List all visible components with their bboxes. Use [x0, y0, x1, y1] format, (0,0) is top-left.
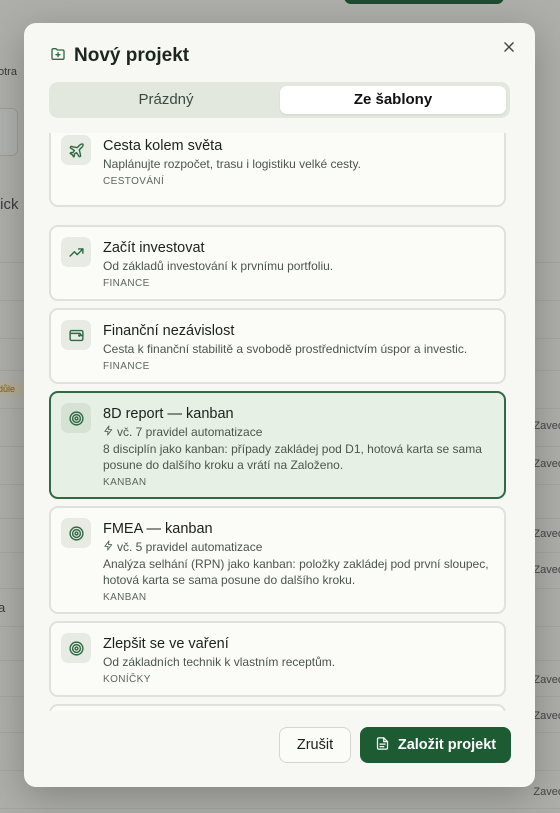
- close-button[interactable]: [497, 37, 521, 61]
- template-description: 8 disciplín jako kanban: případy zakláde…: [103, 442, 482, 472]
- template-description: Analýza selhání (RPN) jako kanban: polož…: [103, 557, 489, 587]
- template-description: Naplánujte rozpočet, trasu i logistiku v…: [103, 157, 361, 171]
- template-card[interactable]: Začít investovat Od základů investování k…: [49, 225, 506, 301]
- folder-plus-icon: [50, 46, 66, 67]
- template-description: Od základů investování k prvnímu portfol…: [103, 259, 334, 273]
- target-icon: [61, 633, 91, 663]
- template-title: Zlepšit se ve vaření: [103, 636, 229, 652]
- dialog-title: Nový projekt: [74, 45, 190, 66]
- lightning-icon: [103, 539, 114, 555]
- template-title: Začít investovat: [103, 240, 205, 256]
- lightning-icon: [103, 424, 114, 440]
- template-automation: vč. 5 pravidel automatizace: [103, 539, 494, 555]
- dialog-header: Nový projekt: [50, 45, 189, 67]
- template-title: FMEA — kanban: [103, 521, 213, 537]
- template-category: KANBAN: [103, 477, 147, 488]
- template-description: Cesta k finanční stabilitě a svobodě pro…: [103, 342, 468, 356]
- new-project-dialog: Nový projekt Prázdný Ze šablony Cesta ko…: [24, 23, 535, 787]
- template-title: Cesta kolem světa: [103, 138, 223, 154]
- template-text: 8D report — kanban vč. 7 pravidel automat…: [103, 406, 494, 489]
- create-project-label: Založit projekt: [397, 737, 497, 753]
- template-automation-label: vč. 7 pravidel automatizace: [117, 425, 263, 439]
- template-category: KONÍČKY: [103, 674, 151, 685]
- tab-from-template[interactable]: Ze šablony: [280, 86, 506, 114]
- template-card[interactable]: 8D report — kanban vč. 7 pravidel automat…: [49, 391, 506, 499]
- template-text: Zlepšit se ve vaření Od základních techni…: [103, 636, 494, 686]
- template-list[interactable]: Cesta kolem světa Naplánujte rozpočet, tr…: [49, 133, 510, 711]
- wallet-icon: [61, 320, 91, 350]
- template-title: Finanční nezávislost: [103, 323, 235, 339]
- template-text: Finanční nezávislost Cesta k finanční sta…: [103, 323, 494, 373]
- target-icon: [61, 403, 91, 433]
- template-text: FMEA — kanban vč. 5 pravidel automatizace…: [103, 521, 494, 604]
- template-title: 8D report — kanban: [103, 406, 234, 422]
- template-automation: vč. 7 pravidel automatizace: [103, 424, 494, 440]
- cancel-button[interactable]: Zrušit: [279, 727, 351, 763]
- template-card[interactable]: Cesta kolem světa Naplánujte rozpočet, tr…: [49, 133, 506, 207]
- document-icon: [375, 736, 390, 755]
- template-description: Od základních technik k vlastním receptů…: [103, 655, 336, 669]
- trending-up-icon: [61, 237, 91, 267]
- template-text: Cesta kolem světa Naplánujte rozpočet, tr…: [103, 138, 494, 188]
- mode-switch: Prázdný Ze šablony: [49, 82, 510, 118]
- template-category: FINANCE: [103, 278, 150, 289]
- template-text: Začít investovat Od základů investování k…: [103, 240, 494, 290]
- template-card[interactable]: Zlepšit se ve vaření Od základních techni…: [49, 621, 506, 697]
- template-card[interactable]: Finanční nezávislost Cesta k finanční sta…: [49, 308, 506, 384]
- template-category: KANBAN: [103, 592, 147, 603]
- template-category: FINANCE: [103, 361, 150, 372]
- template-category: CESTOVÁNÍ: [103, 176, 165, 187]
- tab-empty[interactable]: Prázdný: [53, 86, 279, 114]
- create-project-button[interactable]: Založit projekt: [360, 727, 511, 763]
- template-card[interactable]: FMEA — kanban vč. 5 pravidel automatizace…: [49, 506, 506, 614]
- template-automation-label: vč. 5 pravidel automatizace: [117, 540, 263, 554]
- close-icon: [502, 40, 516, 59]
- template-card[interactable]: Naučit se fotit: [49, 704, 506, 711]
- target-icon: [61, 518, 91, 548]
- plane-icon: [61, 135, 91, 165]
